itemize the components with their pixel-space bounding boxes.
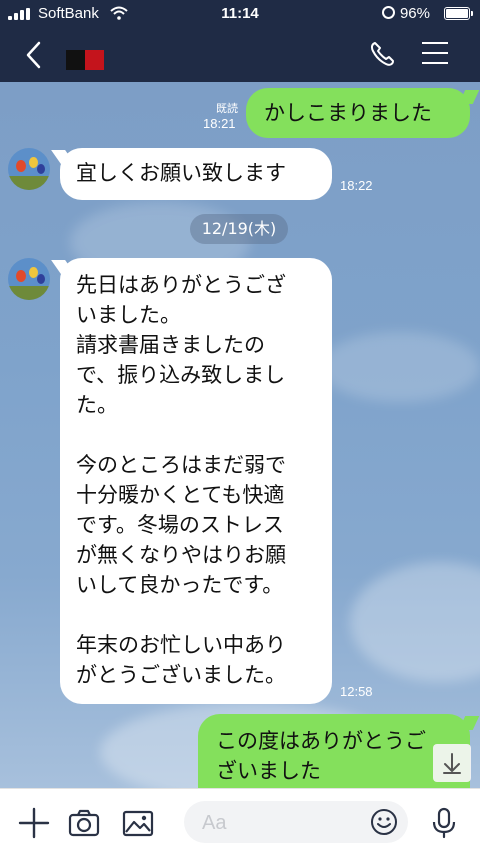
message-time: 18:21	[203, 116, 236, 131]
back-chevron-icon[interactable]	[20, 40, 50, 70]
hamburger-menu-icon[interactable]	[422, 42, 448, 66]
message-line: いました。	[76, 303, 181, 327]
message-time: 12:58	[340, 684, 373, 699]
message-text: かしこまりました	[264, 101, 432, 125]
message-input-container[interactable]	[184, 801, 408, 845]
message-line: で、振り込み致しまし	[76, 363, 286, 387]
message-line: 先日はありがとうござ	[76, 273, 286, 297]
outgoing-message[interactable]: この度はありがとうご ざいました	[198, 714, 470, 788]
message-line: ざいました	[216, 759, 321, 783]
microphone-icon[interactable]	[428, 807, 460, 839]
contact-avatar[interactable]	[8, 148, 50, 190]
battery-icon	[444, 7, 473, 20]
message-line: がとうございました。	[76, 663, 286, 687]
image-icon[interactable]	[122, 807, 154, 839]
scroll-to-bottom-button[interactable]	[433, 744, 471, 782]
message-text: 宜しくお願い致します	[76, 161, 286, 185]
phone-icon[interactable]	[368, 40, 396, 68]
message-line: 今のところはまだ弱で	[76, 453, 286, 477]
read-receipt: 既読	[216, 103, 238, 115]
contact-name-image[interactable]	[66, 50, 104, 70]
arrow-down-icon	[443, 753, 461, 774]
camera-icon[interactable]	[68, 807, 100, 839]
message-input[interactable]	[184, 801, 374, 845]
message-line: いして良かったです。	[76, 573, 284, 597]
plus-icon[interactable]	[18, 807, 50, 839]
alarm-icon	[382, 6, 395, 19]
battery-percent: 96%	[399, 5, 430, 22]
date-separator: 12/19(木)	[190, 214, 288, 244]
message-line: が無くなりやはりお願	[76, 543, 286, 567]
message-line: です。冬場のストレス	[76, 513, 284, 537]
chat-header	[0, 28, 480, 82]
incoming-message[interactable]: 先日はありがとうござ いました。 請求書届きましたの で、振り込み致しまし た。…	[60, 258, 332, 704]
status-bar: SoftBank 11:14 96%	[0, 0, 480, 28]
contact-avatar[interactable]	[8, 258, 50, 300]
chat-area[interactable]: 既読 18:21 かしこまりました 宜しくお願い致します 18:22 12/19…	[0, 82, 480, 788]
outgoing-message[interactable]: かしこまりました	[246, 88, 470, 138]
message-line: た。	[76, 393, 118, 417]
incoming-message[interactable]: 宜しくお願い致します	[60, 148, 332, 200]
message-line: 十分暖かくとても快適	[76, 483, 285, 507]
message-line: 年末のお忙しい中あり	[76, 633, 286, 657]
message-line: この度はありがとうご	[216, 729, 426, 753]
emoji-icon[interactable]	[370, 808, 398, 836]
message-time: 18:22	[340, 178, 373, 193]
message-input-bar	[0, 788, 480, 855]
message-line: 請求書届きましたの	[76, 333, 265, 357]
